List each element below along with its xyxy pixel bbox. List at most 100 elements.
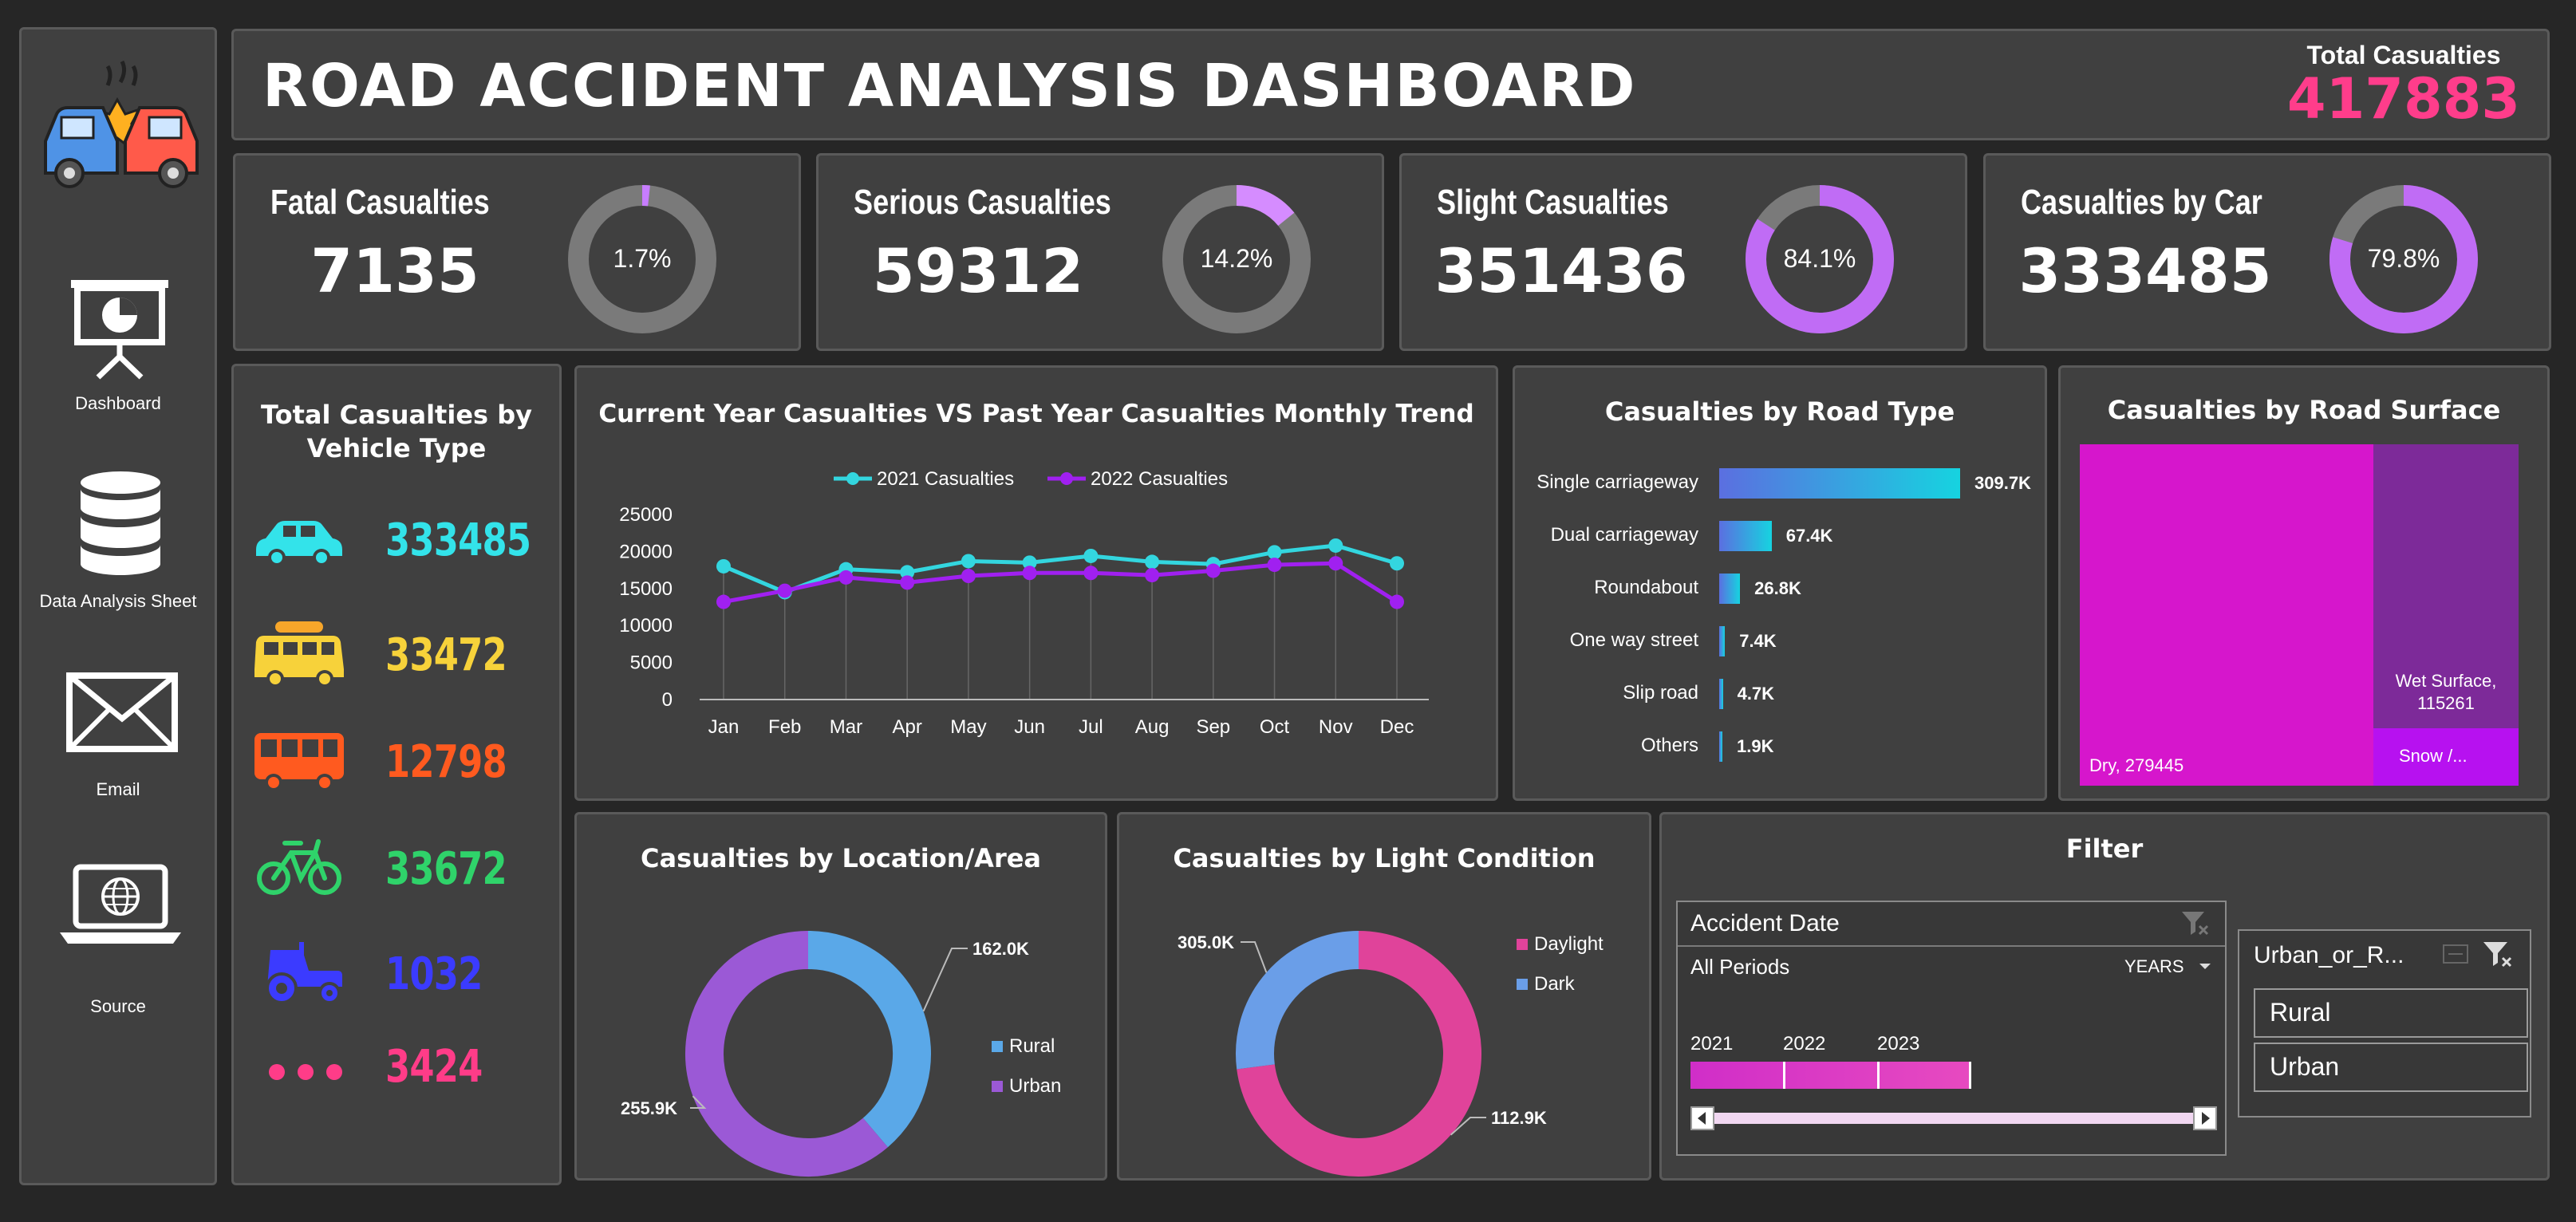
kpi-percent: 1.7% (613, 244, 672, 273)
clear-filter-icon[interactable] (2482, 940, 2514, 969)
x-tick-label: Jan (708, 716, 740, 738)
legend-swatch (1517, 979, 1528, 990)
multiselect-icon[interactable] (2442, 944, 2469, 964)
y-tick-label: 5000 (630, 652, 673, 674)
data-point (1390, 594, 1404, 609)
bar-value-label: 309.7K (1974, 473, 2031, 493)
timeline-tick (1969, 1062, 1971, 1089)
x-tick-label: Nov (1319, 716, 1353, 738)
location-title: Casualties by Location/Area (640, 843, 1042, 873)
nav-dashboard[interactable]: Dashboard (22, 277, 215, 420)
database-icon (79, 470, 162, 577)
timeline-year-2023: 2023 (1877, 1033, 1920, 1054)
data-point (1083, 548, 1099, 563)
vehicle-value: 33672 (385, 843, 507, 895)
bar-category-label: Single carriageway (1537, 471, 1698, 493)
y-tick-label: 15000 (619, 578, 673, 600)
bar-category-label: One way street (1569, 629, 1698, 651)
x-tick-label: Aug (1135, 716, 1170, 738)
vehicle-title-line2: Vehicle Type (306, 433, 487, 463)
kpi-percent: 79.8% (2368, 244, 2440, 273)
bar-value-label: 7.4K (1739, 631, 1777, 651)
legend-2021-marker (834, 472, 872, 485)
x-tick-label: Feb (768, 716, 801, 738)
vehicle-value: 3424 (385, 1041, 483, 1093)
slice-value-label: 162.0K (972, 939, 1029, 959)
location-panel: Casualties by Location/Area 162.0K 255.9K… (574, 812, 1107, 1181)
bar-category-label: Slip road (1623, 682, 1698, 704)
van-icon (251, 618, 347, 690)
accident-date-timeline: Accident Date All Periods YEARS 2021 202… (1676, 901, 2227, 1156)
scrollbar-track[interactable] (1714, 1113, 2193, 1124)
kpi-value: 351436 (1434, 235, 1688, 306)
road-type-title: Casualties by Road Type (1604, 396, 1955, 427)
legend-label: Rural (1009, 1035, 1055, 1057)
data-point (1205, 563, 1221, 578)
slice-value-label: 255.9K (621, 1098, 677, 1118)
data-point (716, 558, 731, 574)
timeline-tick (1877, 1062, 1880, 1089)
slice-value-label: 112.9K (1491, 1108, 1547, 1128)
x-tick-label: Apr (893, 716, 922, 738)
bus-icon (251, 730, 347, 794)
location-donut-chart: 162.0K 255.9K Rural Urban (621, 931, 1061, 1177)
kpi-value: 333485 (2018, 235, 2272, 306)
bar-category-label: Roundabout (1594, 577, 1698, 598)
kpi-label: Casualties by Car (2021, 183, 2262, 222)
car-crash-logo (37, 53, 205, 197)
kpi-card-car: Casualties by Car 333485 79.8% (1983, 153, 2551, 351)
x-tick-label: Dec (1380, 716, 1414, 738)
donut-slice (1236, 931, 1359, 1070)
bar-value-label: 4.7K (1737, 684, 1775, 704)
legend-2021-label: 2021 Casualties (877, 468, 1015, 490)
slicer-title: Urban_or_R... (2254, 942, 2404, 968)
kpi-label: Fatal Casualties (270, 183, 490, 222)
nav-email[interactable]: Email (22, 672, 215, 816)
clear-filter-icon[interactable] (2180, 910, 2211, 937)
timeline-year-2022: 2022 (1783, 1033, 1826, 1054)
road-surface-title: Casualties by Road Surface (2107, 395, 2501, 425)
total-casualties-value: 417883 (2286, 66, 2521, 132)
urban-rural-slicer: Urban_or_R... Rural Urban (2238, 929, 2531, 1118)
legend-label: Daylight (1534, 933, 1604, 955)
road-type-bar (1719, 626, 1726, 656)
bar-value-label: 26.8K (1754, 578, 1801, 598)
envelope-icon (66, 672, 178, 752)
timeline-period: All Periods (1690, 955, 1790, 979)
legend-2022-marker (1047, 472, 1086, 485)
kpi-value: 7135 (310, 235, 479, 306)
treemap-dry-label: Dry, 279445 (2089, 755, 2184, 775)
data-point (1390, 556, 1404, 571)
kpi-donut: 84.1% (1746, 185, 1894, 333)
treemap-dry: Dry, 279445 (2080, 444, 2373, 786)
timeline-level-dropdown[interactable]: YEARS (2124, 956, 2220, 980)
road-type-bar (1719, 731, 1722, 762)
slicer-option-rural[interactable]: Rural (2254, 988, 2528, 1038)
x-tick-label: Oct (1260, 716, 1290, 738)
timeline-selected-bar[interactable] (1690, 1062, 1971, 1089)
light-donut-chart: 112.9K 305.0K Daylight Dark (1178, 931, 1604, 1177)
treemap-snow-label: Snow /... (2399, 746, 2468, 766)
trend-legend: 2021 Casualties 2022 Casualties (832, 467, 1247, 494)
car-icon (251, 514, 347, 570)
road-type-bar (1719, 521, 1772, 551)
kpi-card-serious: Serious Casualties 59312 14.2% (816, 153, 1384, 351)
header-bar: ROAD ACCIDENT ANALYSIS DASHBOARD Total C… (231, 29, 2550, 140)
data-point (1267, 545, 1282, 560)
timeline-year-2021: 2021 (1690, 1033, 1734, 1054)
nav-source[interactable]: Source (22, 862, 215, 1022)
timeline-tick (1783, 1062, 1785, 1089)
monthly-trend-panel: Current Year Casualties VS Past Year Cas… (574, 365, 1498, 801)
scroll-left-icon[interactable] (1690, 1106, 1714, 1130)
road-type-bar (1719, 468, 1960, 499)
data-point (1145, 554, 1160, 570)
legend-swatch (1517, 939, 1528, 950)
scroll-right-icon[interactable] (2193, 1106, 2217, 1130)
road-type-bar-chart: Single carriageway 309.7K Dual carriageway… (1515, 455, 2045, 790)
nav-data-analysis-sheet[interactable]: Data Analysis Sheet (22, 470, 215, 621)
road-type-panel: Casualties by Road Type Single carriagew… (1513, 365, 2047, 801)
timeline-scrollbar[interactable] (1690, 1106, 2217, 1130)
data-point (838, 570, 854, 585)
x-tick-label: Jun (1014, 716, 1045, 738)
slicer-option-urban[interactable]: Urban (2254, 1043, 2528, 1092)
